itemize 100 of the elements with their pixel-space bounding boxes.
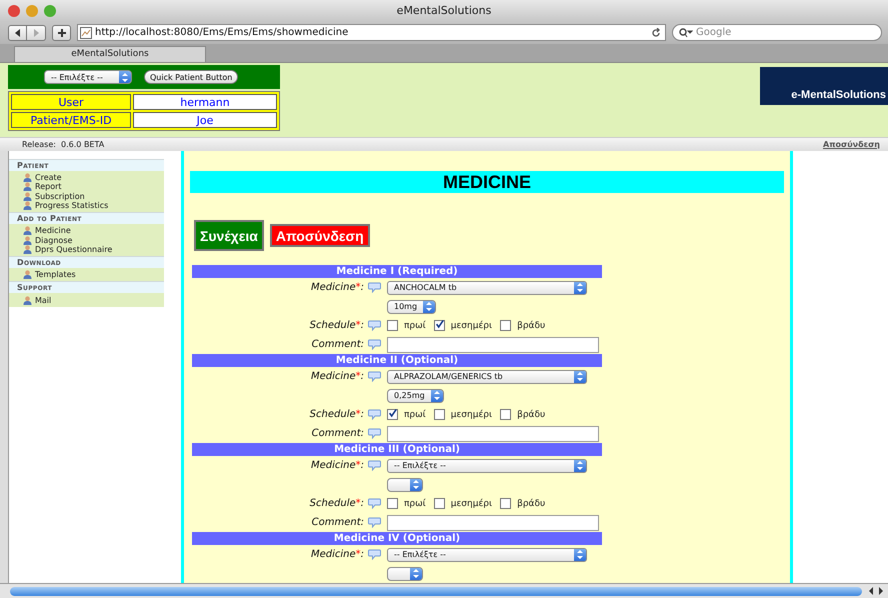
- sidebar-link[interactable]: Subscription: [35, 192, 85, 201]
- up-down-arrows-icon: [434, 391, 440, 400]
- checkbox[interactable]: [500, 498, 512, 509]
- comment-field[interactable]: [387, 426, 599, 442]
- medicine-select[interactable]: -- Επιλέξτε --: [387, 458, 587, 472]
- speech-bubble-icon[interactable]: [368, 320, 381, 331]
- field-label: Medicine*:: [310, 371, 364, 382]
- page-icon: [80, 26, 92, 38]
- medicine-select[interactable]: -- Επιλέξτε --: [387, 548, 587, 562]
- up-down-arrows-icon: [577, 372, 583, 381]
- speech-bubble-icon[interactable]: [368, 517, 381, 528]
- info-label: User: [11, 94, 131, 110]
- person-icon: [23, 173, 32, 182]
- sidebar-link[interactable]: Medicine: [35, 226, 71, 236]
- medicine-select[interactable]: ANCHOCALM tb: [387, 280, 587, 294]
- dose-select[interactable]: [387, 566, 423, 580]
- close-icon[interactable]: [8, 4, 20, 16]
- info-value: hermann: [133, 94, 277, 110]
- reload-icon[interactable]: [651, 28, 661, 38]
- search-field[interactable]: Google: [672, 24, 882, 41]
- person-icon: [23, 226, 32, 236]
- plus-icon: [56, 28, 66, 38]
- field-label: Medicine*:: [310, 549, 364, 560]
- window-title: eMentalSolutions: [396, 4, 492, 17]
- field-label: Comment:: [310, 517, 364, 528]
- checkbox[interactable]: [387, 320, 398, 331]
- sidebar-link[interactable]: Dprs Questionnaire: [35, 244, 112, 254]
- field-label: Medicine*:: [310, 460, 364, 471]
- browser-tab[interactable]: eMentalSolutions: [14, 46, 206, 62]
- section-header: Medicine IV (Optional): [192, 532, 602, 545]
- sidebar-heading: Support: [9, 282, 164, 294]
- sidebar-link[interactable]: Report: [35, 182, 62, 192]
- logout-link[interactable]: Αποσύνδεση: [823, 140, 880, 149]
- sidebar-link[interactable]: Diagnose: [35, 236, 72, 245]
- page-title: MEDICINE: [190, 171, 784, 193]
- zoom-icon[interactable]: [44, 4, 56, 16]
- section-header: Medicine I (Required): [192, 265, 602, 278]
- logout-button[interactable]: Αποσύνδεση: [270, 224, 370, 247]
- dose-select[interactable]: [387, 478, 423, 492]
- continue-button[interactable]: Συνέχεια: [194, 220, 264, 251]
- minimize-icon[interactable]: [26, 4, 38, 16]
- speech-bubble-icon[interactable]: [368, 409, 381, 420]
- speech-bubble-icon[interactable]: [368, 460, 381, 471]
- sidebar-heading: Patient: [9, 160, 164, 171]
- up-down-arrows-icon: [577, 283, 583, 292]
- info-label: Patient/EMS-ID: [11, 112, 131, 128]
- sidebar-heading: Add to Patient: [9, 213, 164, 224]
- search-icon: [679, 28, 693, 38]
- forward-button[interactable]: [27, 24, 46, 40]
- horizontal-scrollbar[interactable]: [0, 583, 888, 598]
- medicine-select[interactable]: ALPRAZOLAM/GENERICS tb: [387, 370, 587, 384]
- speech-bubble-icon[interactable]: [368, 428, 381, 439]
- person-icon: [23, 236, 32, 245]
- speech-bubble-icon[interactable]: [368, 549, 381, 560]
- checkbox-label: μεσημέρι: [450, 320, 492, 330]
- comment-field[interactable]: [387, 336, 599, 352]
- speech-bubble-icon[interactable]: [368, 498, 381, 509]
- speech-bubble-icon[interactable]: [368, 339, 381, 350]
- field-label: Schedule*:: [308, 409, 364, 420]
- checkbox[interactable]: [500, 409, 512, 420]
- person-icon: [23, 296, 32, 305]
- up-down-arrows-icon: [426, 302, 432, 311]
- dose-select[interactable]: 0,25mg: [387, 388, 444, 402]
- sidebar-link[interactable]: Create: [35, 173, 62, 182]
- checkbox[interactable]: [434, 498, 445, 509]
- quick-patient-button[interactable]: Quick Patient Button: [144, 70, 238, 84]
- up-down-arrows-icon: [577, 550, 583, 559]
- checkbox-label: πρωί: [404, 320, 426, 330]
- dose-select[interactable]: 10mg: [387, 300, 436, 314]
- field-label: Schedule*:: [308, 320, 364, 331]
- speech-bubble-icon[interactable]: [368, 282, 381, 293]
- address-field[interactable]: http://localhost:8080/Ems/Ems/Ems/showmedicine: [77, 24, 666, 41]
- sidebar-link[interactable]: Progress Statistics: [35, 201, 108, 210]
- person-icon: [23, 244, 32, 254]
- checkbox[interactable]: [434, 320, 445, 331]
- up-down-arrows-icon: [413, 569, 419, 578]
- checkbox-label: πρωί: [404, 410, 426, 420]
- checkbox[interactable]: [387, 409, 398, 420]
- sidebar-heading: Download: [9, 257, 164, 268]
- checkbox[interactable]: [500, 320, 512, 331]
- up-down-arrows-icon: [577, 461, 583, 470]
- section-header: Medicine III (Optional): [192, 443, 602, 456]
- up-down-arrows-icon: [413, 480, 419, 489]
- checkbox-label: μεσημέρι: [450, 410, 492, 420]
- field-label: Schedule*:: [308, 498, 364, 509]
- patient-select[interactable]: -- Επιλέξτε --: [44, 70, 132, 84]
- speech-bubble-icon[interactable]: [368, 371, 381, 382]
- sidebar-link[interactable]: Templates: [35, 270, 76, 280]
- checkbox[interactable]: [387, 498, 398, 509]
- person-icon: [23, 182, 32, 192]
- release-text: Release: 0.6.0 BETA: [22, 140, 104, 149]
- comment-field[interactable]: [387, 514, 599, 530]
- up-down-arrows-icon: [122, 72, 128, 82]
- checkbox-label: βράδυ: [517, 410, 546, 420]
- checkbox[interactable]: [434, 409, 445, 420]
- scroll-arrows-icon[interactable]: [868, 587, 884, 595]
- add-bookmark-button[interactable]: [52, 24, 71, 40]
- checkbox-label: βράδυ: [517, 498, 546, 508]
- back-button[interactable]: [8, 24, 27, 40]
- sidebar-link[interactable]: Mail: [35, 296, 52, 305]
